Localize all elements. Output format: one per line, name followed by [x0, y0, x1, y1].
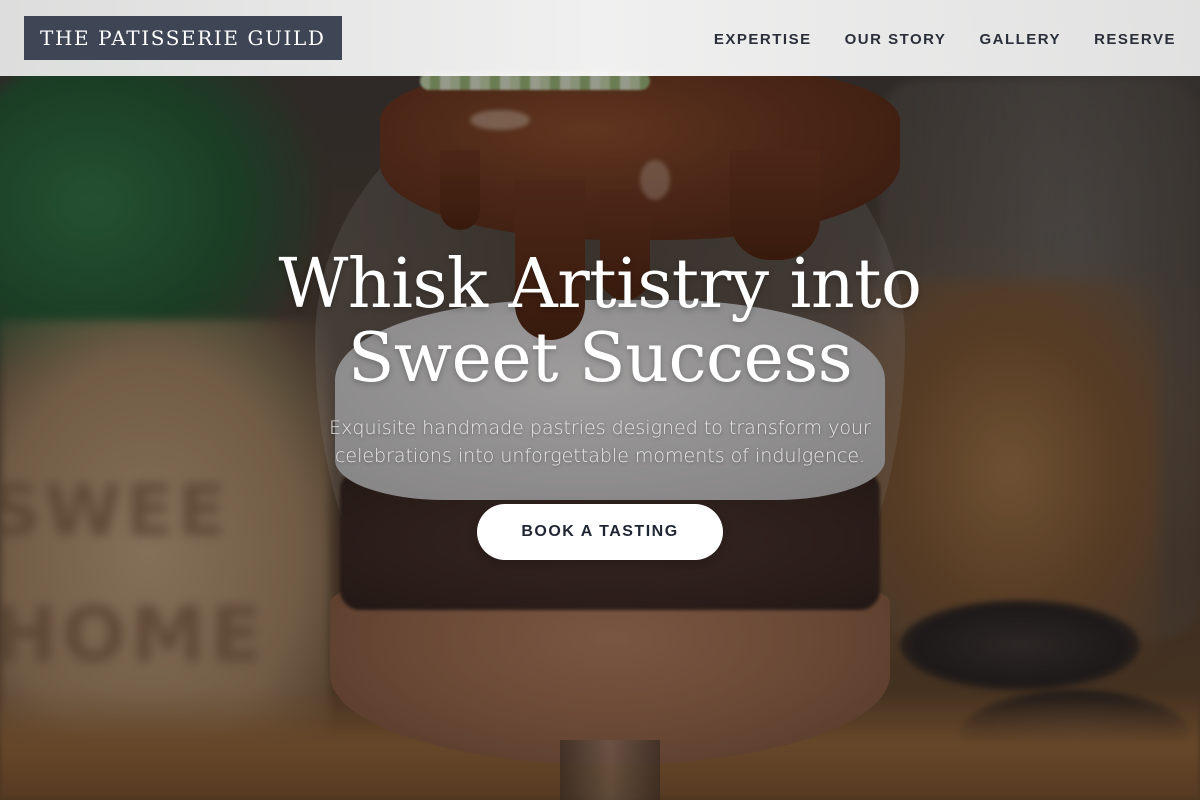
nav-link-gallery[interactable]: GALLERY [979, 31, 1061, 48]
brand-logo-text: THE PATISSERIE GUILD [40, 26, 326, 50]
nav-item-expertise: EXPERTISE [714, 29, 812, 48]
hero-content: Whisk Artistry into Sweet Success Exquis… [0, 248, 1200, 560]
nav-item-reserve: RESERVE [1094, 29, 1176, 48]
nav-item-gallery: GALLERY [979, 29, 1061, 48]
hero-subtext: Exquisite handmade pastries designed to … [329, 417, 871, 467]
book-a-tasting-button[interactable]: BOOK A TASTING [477, 504, 723, 560]
nav-item-our-story: OUR STORY [845, 29, 947, 48]
nav-link-our-story[interactable]: OUR STORY [845, 31, 947, 48]
top-navigation-bar: THE PATISSERIE GUILD EXPERTISE OUR STORY… [0, 0, 1200, 76]
nav-links-list: EXPERTISE OUR STORY GALLERY RESERVE [714, 29, 1176, 48]
nav-link-expertise[interactable]: EXPERTISE [714, 31, 812, 48]
brand-logo[interactable]: THE PATISSERIE GUILD [24, 16, 342, 60]
main-nav: EXPERTISE OUR STORY GALLERY RESERVE [714, 29, 1176, 48]
nav-link-reserve[interactable]: RESERVE [1094, 31, 1176, 48]
hero-headline: Whisk Artistry into Sweet Success [278, 245, 922, 398]
